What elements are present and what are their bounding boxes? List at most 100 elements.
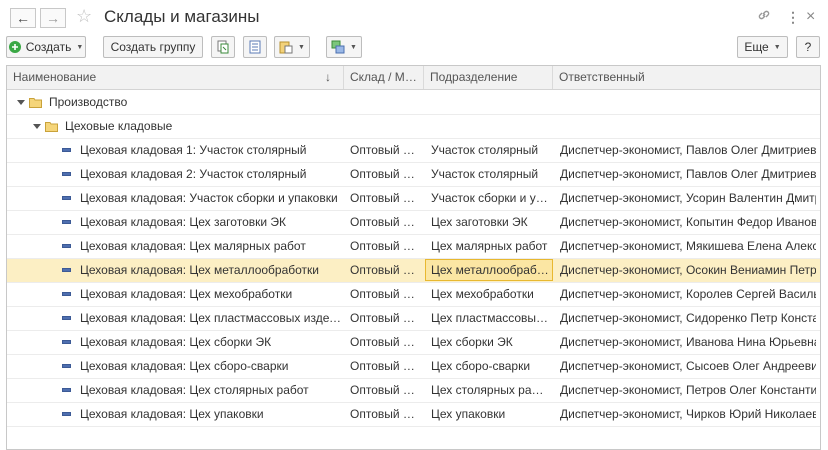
table-row[interactable]: Цеховая кладовая: Цех сборки ЭК Оптовый с… <box>7 331 820 355</box>
expand-triangle-icon[interactable] <box>17 100 25 105</box>
close-icon[interactable]: × <box>806 8 815 26</box>
group-name: Цеховые кладовые <box>65 119 173 133</box>
cell-warehouse-type: Оптовый склад <box>350 263 420 277</box>
warehouse-item-icon <box>62 244 71 248</box>
cell-department: Участок столярный <box>431 167 539 181</box>
page-title: Склады и магазины <box>104 7 260 26</box>
cell-name: Цеховая кладовая: Цех малярных работ <box>80 239 306 253</box>
cell-warehouse-type: Оптовый склад <box>350 167 420 181</box>
table-row[interactable]: Цеховая кладовая: Участок сборки и упако… <box>7 187 820 211</box>
arrow-left-icon: ← <box>16 10 30 26</box>
table-row[interactable]: Цеховая кладовая: Цех столярных работ Опт… <box>7 379 820 403</box>
cell-department: Цех мехобработки <box>431 287 534 301</box>
cell-responsible: Диспетчер-экономист, Павлов Олег Дмитрие… <box>560 143 816 157</box>
warehouse-item-icon <box>62 172 71 176</box>
create-group-label: Создать группу <box>110 40 196 54</box>
cell-responsible: Диспетчер-экономист, Павлов Олег Дмитрие… <box>560 167 816 181</box>
cell-responsible: Диспетчер-экономист, Мякишева Елена Алек… <box>560 239 816 253</box>
column-header-name[interactable]: Наименование ↓ <box>7 66 344 89</box>
list-button[interactable] <box>243 36 267 58</box>
cell-department: Участок сборки и упаковки <box>431 191 549 205</box>
warehouse-item-icon <box>62 388 71 392</box>
help-label: ? <box>804 40 812 54</box>
folder-icon <box>45 121 58 135</box>
cell-responsible: Диспетчер-экономист, Копытин Федор Ивано… <box>560 215 816 229</box>
more-button[interactable]: Еще ▼ <box>737 36 788 58</box>
star-icon[interactable]: ☆ <box>76 6 92 26</box>
cell-name: Цеховая кладовая: Цех столярных работ <box>80 383 309 397</box>
cell-warehouse-type: Оптовый склад <box>350 287 420 301</box>
table-row[interactable]: Цеховая кладовая: Цех сборо-сварки Оптовы… <box>7 355 820 379</box>
warehouse-item-icon <box>62 364 71 368</box>
group-row[interactable]: Производство <box>7 91 820 115</box>
group-row[interactable]: Цеховые кладовые <box>7 115 820 139</box>
arrow-right-icon: → <box>46 10 60 26</box>
column-header-department[interactable]: Подразделение <box>424 66 553 89</box>
table-row[interactable]: Цеховая кладовая 1: Участок столярный Опт… <box>7 139 820 163</box>
cell-responsible: Диспетчер-экономист, Усорин Валентин Дми… <box>560 191 816 205</box>
structure-icon <box>331 40 345 54</box>
cell-department: Цех заготовки ЭК <box>431 215 528 229</box>
report-menu-button[interactable]: ▼ <box>274 36 310 58</box>
plus-circle-icon <box>8 41 21 53</box>
folder-icon <box>29 97 42 111</box>
cell-department: Цех пластмассовых изделий <box>431 311 549 325</box>
copy-button[interactable] <box>211 36 235 58</box>
expand-triangle-icon[interactable] <box>33 124 41 129</box>
structure-menu-button[interactable]: ▼ <box>326 36 362 58</box>
group-name: Производство <box>49 95 128 109</box>
table-row[interactable]: Цеховая кладовая: Цех малярных работ Опто… <box>7 235 820 259</box>
create-group-button[interactable]: Создать группу <box>103 36 203 58</box>
table-row[interactable]: Цеховая кладовая 2: Участок столярный Опт… <box>7 163 820 187</box>
chevron-down-icon: ▼ <box>76 43 84 51</box>
cell-warehouse-type: Оптовый склад <box>350 215 420 229</box>
create-button[interactable]: Создать ▼ <box>6 36 86 58</box>
cell-name: Цеховая кладовая: Цех сборки ЭК <box>80 335 272 349</box>
cell-department: Цех столярных работ <box>431 383 549 397</box>
more-vertical-icon[interactable]: ⋮ <box>786 8 800 26</box>
cell-warehouse-type: Оптовый склад <box>350 335 420 349</box>
cell-warehouse-type: Оптовый склад <box>350 191 420 205</box>
chevron-down-icon: ▼ <box>350 43 357 51</box>
chevron-down-icon: ▼ <box>298 43 305 51</box>
warehouse-item-icon <box>62 340 71 344</box>
cell-name: Цеховая кладовая: Цех металлообработки <box>80 263 320 277</box>
sort-arrow-icon: ↓ <box>325 70 331 84</box>
table-row[interactable]: Цеховая кладовая: Цех заготовки ЭК Оптовы… <box>7 211 820 235</box>
table-row[interactable]: Цеховая кладовая: Цех мехобработки Оптовы… <box>7 283 820 307</box>
help-button[interactable]: ? <box>796 36 820 58</box>
back-button[interactable]: ← <box>10 8 36 28</box>
table-header: Наименование ↓ Склад / Магазин Подраздел… <box>7 66 820 90</box>
column-header-responsible[interactable]: Ответственный <box>553 66 820 89</box>
warehouse-item-icon <box>62 412 71 416</box>
forward-button[interactable]: → <box>40 8 66 28</box>
more-button-label: Еще <box>744 40 769 54</box>
table-row[interactable]: Цеховая кладовая: Цех металлообработки Оп… <box>7 259 820 283</box>
table-row[interactable]: Цеховая кладовая: Цех пластмассовых изде… <box>7 307 820 331</box>
warehouse-item-icon <box>62 148 71 152</box>
cell-department: Цех упаковки <box>431 407 506 421</box>
create-button-label: Создать <box>25 40 72 54</box>
cell-department: Цех сборо-сварки <box>431 359 531 373</box>
cell-name: Цеховая кладовая 2: Участок столярный <box>80 167 307 181</box>
cell-warehouse-type: Оптовый склад <box>350 311 420 325</box>
cell-name: Цеховая кладовая: Цех пластмассовых изде… <box>80 311 342 325</box>
copy-document-icon <box>217 40 229 54</box>
warehouse-item-icon <box>62 316 71 320</box>
cell-department: Цех сборки ЭК <box>431 335 513 349</box>
table-row[interactable]: Цеховая кладовая: Цех упаковки Оптовый ск… <box>7 403 820 427</box>
column-header-warehouse-type[interactable]: Склад / Магазин <box>344 66 424 89</box>
cell-responsible: Диспетчер-экономист, Петров Олег Констан… <box>560 383 816 397</box>
cell-name: Цеховая кладовая: Цех сборо-сварки <box>80 359 289 373</box>
cell-department[interactable]: Цех металлообработки <box>425 259 553 281</box>
cell-responsible: Диспетчер-экономист, Иванова Нина Юрьевн… <box>560 335 816 349</box>
cell-responsible: Диспетчер-экономист, Сидоренко Петр Конс… <box>560 311 816 325</box>
toolbar: Создать ▼ Создать группу ▼ ▼ Еще ▼ ? <box>0 34 828 62</box>
link-icon[interactable] <box>757 8 771 26</box>
chevron-down-icon: ▼ <box>773 43 781 51</box>
cell-name: Цеховая кладовая: Цех заготовки ЭК <box>80 215 287 229</box>
warehouse-item-icon <box>62 196 71 200</box>
cell-department: Цех малярных работ <box>431 239 548 253</box>
cell-name: Цеховая кладовая: Цех упаковки <box>80 407 264 421</box>
cell-name: Цеховая кладовая: Участок сборки и упако… <box>80 191 338 205</box>
